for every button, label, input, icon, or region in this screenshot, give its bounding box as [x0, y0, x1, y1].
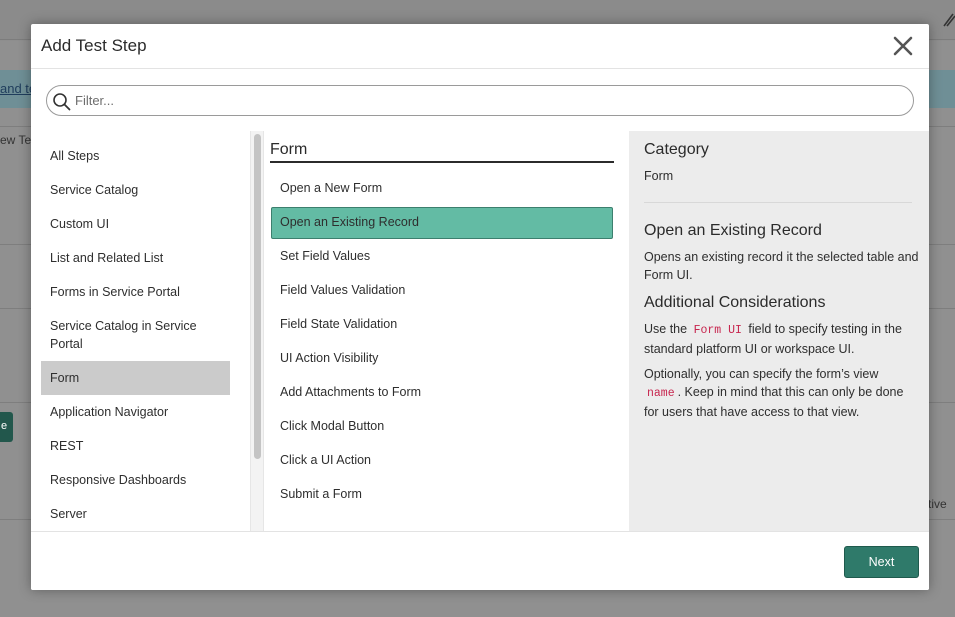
- step-list: Form Open a New Form Open an Existing Re…: [269, 131, 614, 531]
- step-item[interactable]: Open a New Form: [271, 173, 613, 205]
- pin-icon: [943, 13, 955, 27]
- next-button[interactable]: Next: [844, 546, 919, 578]
- considerations-heading: Additional Considerations: [644, 294, 826, 311]
- considerations-paragraph-2: Optionally, you can specify the form’s v…: [644, 365, 919, 421]
- filter-input[interactable]: [75, 89, 895, 112]
- category-item[interactable]: List and Related List: [41, 247, 230, 269]
- search-icon: [53, 93, 71, 111]
- step-detail-panel: Category Form Open an Existing Record Op…: [629, 131, 929, 531]
- text: . Keep in mind that this can only be don…: [677, 385, 904, 399]
- category-item[interactable]: Service Catalog in Service Portal: [41, 315, 230, 355]
- add-test-step-dialog: Add Test Step All Steps Service Catalog …: [31, 24, 929, 590]
- category-item[interactable]: Forms in Service Portal: [41, 281, 230, 303]
- detail-divider: [644, 202, 912, 203]
- category-item[interactable]: Application Navigator: [41, 401, 230, 423]
- category-item-selected[interactable]: Form: [41, 361, 230, 395]
- filter-box: [46, 85, 914, 116]
- step-item[interactable]: UI Action Visibility: [271, 343, 613, 375]
- considerations-paragraph-1: Use the Form UI field to specify testing…: [644, 320, 919, 358]
- step-item[interactable]: Add Attachments to Form: [271, 377, 613, 409]
- dialog-title: Add Test Step: [41, 36, 147, 55]
- text: standard platform UI or workspace UI.: [644, 342, 855, 356]
- step-item[interactable]: Submit a Form: [271, 479, 613, 511]
- category-item[interactable]: Responsive Dashboards: [41, 469, 230, 491]
- category-value: Form: [644, 169, 674, 183]
- step-item[interactable]: Click a UI Action: [271, 445, 613, 477]
- code-snippet: name: [647, 387, 675, 400]
- dialog-footer: Next: [31, 531, 929, 590]
- code-snippet: Form UI: [693, 324, 742, 337]
- text: field to specify testing in the: [748, 322, 902, 336]
- step-list-heading: Form: [270, 141, 614, 163]
- text: Optionally, you can specify the form’s v…: [644, 367, 879, 381]
- background-right-text: tive: [928, 497, 947, 511]
- category-item[interactable]: REST: [41, 435, 230, 457]
- step-description: Opens an existing record it the selected…: [644, 250, 919, 282]
- step-title: Open an Existing Record: [644, 222, 822, 239]
- text: Use the: [644, 322, 688, 336]
- scrollbar-thumb[interactable]: [254, 134, 261, 459]
- step-item[interactable]: Field State Validation: [271, 309, 613, 341]
- category-item[interactable]: All Steps: [41, 145, 230, 167]
- category-item[interactable]: Custom UI: [41, 213, 230, 235]
- category-list: All Steps Service Catalog Custom UI List…: [41, 131, 264, 531]
- step-item[interactable]: Field Values Validation: [271, 275, 613, 307]
- background-button: e: [0, 412, 13, 442]
- step-item[interactable]: Click Modal Button: [271, 411, 613, 443]
- dialog-header: Add Test Step: [31, 24, 929, 69]
- category-item[interactable]: Service Catalog: [41, 179, 230, 201]
- category-item[interactable]: Server: [41, 503, 230, 525]
- category-scrollbar[interactable]: [250, 131, 264, 531]
- close-icon[interactable]: [890, 33, 916, 59]
- text: for users that have access to that view.: [644, 405, 860, 419]
- step-item-selected[interactable]: Open an Existing Record: [271, 207, 613, 239]
- step-item[interactable]: Set Field Values: [271, 241, 613, 273]
- category-heading: Category: [644, 141, 709, 158]
